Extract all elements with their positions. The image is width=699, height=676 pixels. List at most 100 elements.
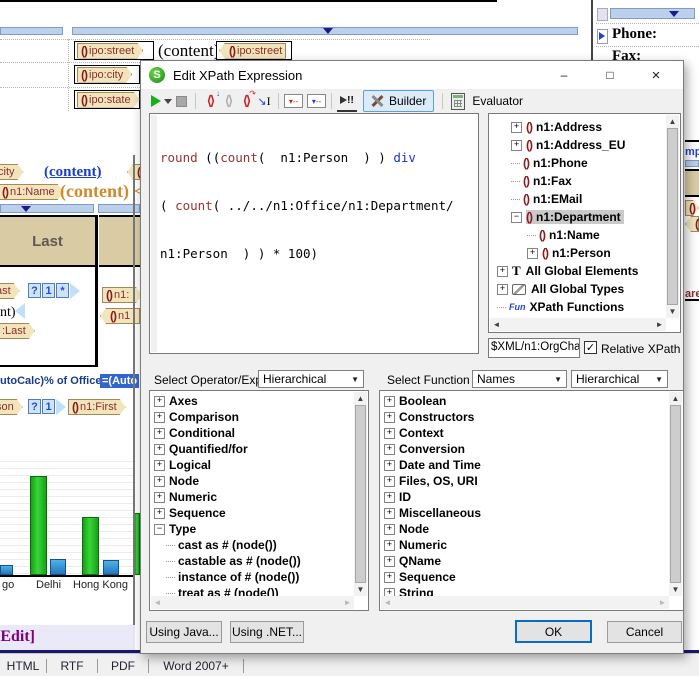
tag-person-fragment[interactable]: son [0, 399, 23, 415]
tag-ipo-city[interactable]: ()ipo:city [77, 67, 132, 83]
operator-item-instance-of[interactable]: instance of # (node()) [150, 569, 354, 585]
function-horizontal-scrollbar[interactable]: ◄ ► [381, 596, 669, 609]
tab-rtf[interactable]: RTF [47, 659, 97, 673]
tree-item-n1-name[interactable]: ()n1:Name [489, 226, 666, 244]
tree-item-n1-address-eu[interactable]: +()n1:Address_EU [489, 136, 666, 154]
scroll-up-icon[interactable]: ▲ [666, 115, 679, 128]
function-item-constructors[interactable]: +Constructors [380, 409, 669, 425]
function-item-miscellaneous[interactable]: +Miscellaneous [380, 505, 669, 521]
tag-ipo-street-open[interactable]: ()ipo:street [77, 43, 143, 59]
evaluate-play-button[interactable] [151, 91, 172, 111]
operator-view-dropdown[interactable]: Hierarchical▼ [258, 370, 364, 388]
insert-breakpoint-icon[interactable]: ▾-- [284, 94, 303, 108]
using-java-button[interactable]: Using Java... [146, 621, 222, 643]
column-selector-bar[interactable] [0, 27, 63, 35]
function-item-numeric[interactable]: +Numeric [380, 537, 669, 553]
pane-divider[interactable] [591, 0, 593, 60]
operator-item-numeric[interactable]: +Numeric [150, 489, 354, 505]
function-names-dropdown[interactable]: Names▼ [472, 370, 567, 388]
content-placeholder[interactable]: (content) [158, 41, 219, 61]
scroll-down-icon[interactable]: ▼ [666, 305, 679, 318]
tree-item-n1-phone[interactable]: ()n1:Phone [489, 154, 666, 172]
evaluate-on-typing-icon[interactable]: !! [337, 90, 357, 112]
scroll-right-icon[interactable]: ► [653, 318, 666, 331]
row-expand-icon[interactable] [597, 29, 608, 44]
tree-item-n1-email[interactable]: ()n1:EMail [489, 190, 666, 208]
row-handle[interactable] [597, 8, 608, 21]
operator-item-conditional[interactable]: +Conditional [150, 425, 354, 441]
content-link[interactable]: (content) [44, 164, 101, 181]
operator-item-type[interactable]: −Type [150, 521, 354, 537]
function-item-boolean[interactable]: +Boolean [380, 393, 669, 409]
scroll-down-icon[interactable]: ▼ [354, 583, 367, 596]
occurrence-one-badge[interactable]: 1 [42, 283, 55, 298]
tree-item-all-global-elements[interactable]: +TAll Global Elements [489, 262, 666, 280]
scroll-up-icon[interactable]: ▲ [354, 392, 367, 405]
using-dotnet-button[interactable]: Using .NET... [230, 621, 304, 643]
operator-item-node[interactable]: +Node [150, 473, 354, 489]
minimize-button[interactable]: – [541, 61, 587, 89]
schema-tree-vertical-scrollbar[interactable]: ▲ ▼ [666, 115, 679, 318]
context-path-field[interactable]: $XML/n1:OrgChar [488, 338, 580, 358]
tag-ipo-street-close[interactable]: ()ipo:street [219, 43, 286, 59]
operator-horizontal-scrollbar[interactable]: ◄ ► [151, 596, 354, 609]
operator-item-logical[interactable]: +Logical [150, 457, 354, 473]
evaluator-button[interactable]: Evaluator [451, 91, 523, 111]
occurrence-many-badge[interactable]: * [56, 283, 69, 298]
edit-link[interactable]: [Edit] [0, 628, 35, 646]
tab-pdf[interactable]: PDF [98, 659, 148, 673]
maximize-button[interactable]: □ [587, 61, 633, 89]
function-item-id[interactable]: +ID [380, 489, 669, 505]
column-selector-bar[interactable] [610, 8, 695, 19]
tree-item-n1-person[interactable]: +()n1:Person [489, 244, 666, 262]
bar-chart[interactable] [0, 455, 133, 577]
tree-item-n1-department[interactable]: −()n1:Department [489, 208, 666, 226]
function-view-dropdown[interactable]: Hierarchical▼ [571, 370, 668, 388]
operator-item-axes[interactable]: +Axes [150, 393, 354, 409]
step-current-icon[interactable]: ↘I [255, 91, 273, 111]
operator-item-cast-as[interactable]: cast as # (node()) [150, 537, 354, 553]
function-vertical-scrollbar[interactable]: ▲ ▼ [669, 392, 682, 596]
tag-n1-name[interactable]: ()n1:Name [0, 184, 64, 200]
table-header-last[interactable]: Last [0, 215, 95, 267]
tag-n1-fragment[interactable]: ()n1: [102, 287, 142, 303]
function-item-sequence[interactable]: +Sequence [380, 569, 669, 585]
content-placeholder[interactable]: (content) [60, 181, 129, 202]
xpath-expression-editor[interactable]: round ((count( n1:Person ) ) div ( count… [149, 113, 479, 354]
function-item-context[interactable]: +Context [380, 425, 669, 441]
cancel-button[interactable]: Cancel [607, 621, 682, 643]
occurrence-one-badge[interactable]: 1 [42, 399, 55, 414]
operator-item-comparison[interactable]: +Comparison [150, 409, 354, 425]
tab-word2007[interactable]: Word 2007+ [149, 659, 243, 673]
builder-toggle-button[interactable]: Builder [363, 90, 434, 112]
occurrence-optional-badge[interactable]: ? [28, 283, 41, 298]
tree-item-all-global-types[interactable]: +All Global Types [489, 280, 666, 298]
function-item-qname[interactable]: +QName [380, 553, 669, 569]
operator-item-castable-as[interactable]: castable as # (node()) [150, 553, 354, 569]
tag-last-fragment[interactable]: ast [0, 283, 20, 299]
function-item-files-os-uri[interactable]: +Files, OS, URI [380, 473, 669, 489]
tag-city-fragment[interactable]: city [0, 164, 24, 180]
column-selector-bar[interactable] [0, 204, 94, 213]
tab-html[interactable]: HTML [0, 659, 46, 673]
occurrence-optional-badge[interactable]: ? [28, 399, 41, 414]
close-button[interactable]: × [633, 61, 679, 89]
function-item-node[interactable]: +Node [380, 521, 669, 537]
scroll-up-icon[interactable]: ▲ [669, 392, 682, 405]
tag-n1-first[interactable]: ()n1:First [68, 399, 126, 415]
schema-tree-horizontal-scrollbar[interactable]: ◄ ► [490, 318, 666, 331]
operator-item-sequence[interactable]: +Sequence [150, 505, 354, 521]
scroll-down-icon[interactable]: ▼ [669, 583, 682, 596]
function-item-conversion[interactable]: +Conversion [380, 441, 669, 457]
relative-xpath-checkbox[interactable]: ✓ [584, 341, 597, 354]
tree-item-xpath-functions[interactable]: FunXPath Functions [489, 298, 666, 316]
step-out-icon[interactable]: ⟨⟩↷ [237, 91, 255, 111]
ok-button[interactable]: OK [515, 620, 592, 643]
function-item-date-time[interactable]: +Date and Time [380, 457, 669, 473]
operator-item-quantified[interactable]: +Quantified/for [150, 441, 354, 457]
column-selector-bar[interactable] [72, 27, 578, 35]
tree-item-n1-fax[interactable]: ()n1:Fax [489, 172, 666, 190]
stop-button[interactable] [172, 91, 190, 111]
tag-last-close-fragment[interactable]: :Last [0, 323, 35, 339]
scroll-left-icon[interactable]: ◄ [490, 318, 503, 331]
